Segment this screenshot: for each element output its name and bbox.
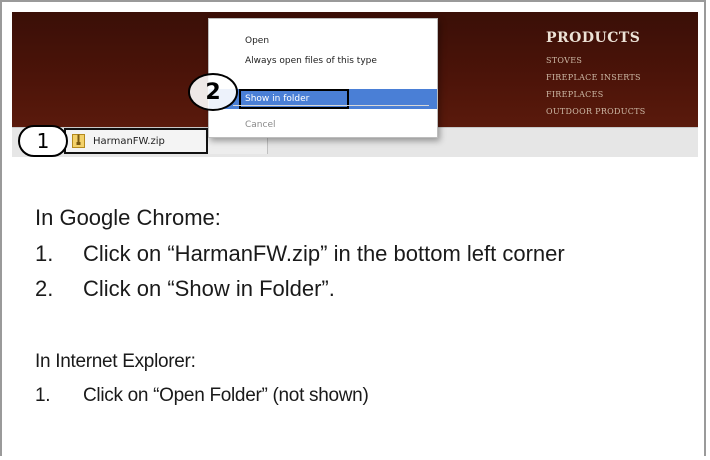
browser-screenshot: PRODUCTS STOVES FIREPLACE INSERTS FIREPL… [12, 12, 698, 157]
chrome-heading: In Google Chrome: [35, 205, 221, 230]
chrome-step-1: 1. Click on “HarmanFW.zip” in the bottom … [35, 241, 565, 267]
products-item-stoves[interactable]: STOVES [546, 56, 582, 65]
download-item[interactable]: HarmanFW.zip [64, 128, 208, 154]
ie-step-1: 1. Click on “Open Folder” (not shown) [35, 385, 369, 407]
menu-separator [233, 105, 429, 106]
chrome-step-1-text: Click on “HarmanFW.zip” in the bottom le… [83, 241, 565, 266]
menu-item-cancel: Cancel [245, 120, 276, 130]
chrome-step-2-num: 2. [35, 276, 54, 301]
show-in-folder-highlight-box [239, 89, 349, 109]
callout-step-2: 2 [188, 73, 238, 111]
zip-file-icon [72, 134, 85, 148]
menu-item-open[interactable]: Open [209, 31, 437, 51]
download-context-menu: Open Always open files of this type Show… [208, 18, 438, 138]
products-item-fireplaces[interactable]: FIREPLACES [546, 90, 604, 99]
chrome-step-2: 2. Click on “Show in Folder”. [35, 276, 335, 302]
menu-item-always-open[interactable]: Always open files of this type [209, 51, 437, 71]
products-item-outdoor-products[interactable]: OUTDOOR PRODUCTS [546, 107, 646, 116]
callout-step-1: 1 [18, 125, 68, 157]
chrome-step-1-num: 1. [35, 241, 54, 266]
ie-step-1-text: Click on “Open Folder” (not shown) [83, 385, 369, 406]
ie-heading: In Internet Explorer: [35, 351, 196, 372]
chrome-step-2-text: Click on “Show in Folder”. [83, 276, 335, 301]
ie-step-1-num: 1. [35, 385, 51, 406]
products-title: PRODUCTS [546, 30, 641, 46]
download-filename: HarmanFW.zip [93, 135, 165, 147]
products-item-fireplace-inserts[interactable]: FIREPLACE INSERTS [546, 73, 641, 82]
